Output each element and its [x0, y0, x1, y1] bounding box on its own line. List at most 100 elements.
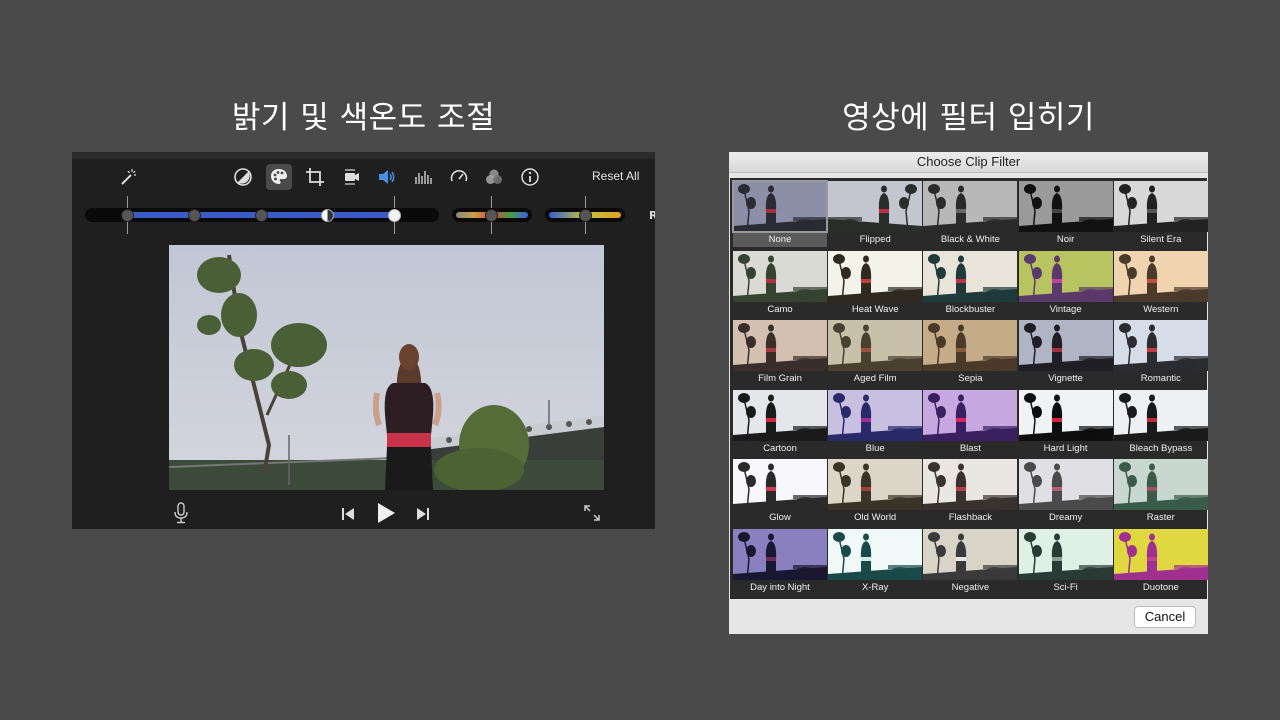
clip-filter-icon[interactable]	[481, 164, 507, 190]
filter-label: Blockbuster	[945, 303, 996, 315]
filter-label: Film Grain	[758, 373, 802, 385]
filter-thumbnail	[923, 250, 1018, 302]
filter-duotone[interactable]: Duotone	[1113, 527, 1208, 595]
filter-thumbnail	[1113, 459, 1208, 511]
filter-hard-light[interactable]: Hard Light	[1018, 388, 1113, 456]
filter-label: Aged Film	[853, 373, 897, 385]
brightness-knob[interactable]	[255, 209, 268, 222]
filter-thumbnail	[1113, 389, 1208, 441]
shadows-black-knob[interactable]	[121, 209, 134, 222]
reset-all-button[interactable]: Reset All	[592, 169, 639, 183]
filter-thumbnail	[733, 459, 827, 511]
microphone-icon[interactable]	[173, 502, 189, 524]
filter-camo[interactable]: Camo	[733, 249, 827, 317]
filter-thumbnail	[828, 529, 923, 580]
filter-sci-fi[interactable]: Sci-Fi	[1018, 527, 1113, 595]
filter-label: Vignette	[1048, 373, 1083, 385]
speed-icon[interactable]	[446, 164, 472, 190]
filter-aged-film[interactable]: Aged Film	[828, 318, 923, 386]
filter-glow[interactable]: Glow	[733, 457, 827, 525]
filter-raster[interactable]: Raster	[1113, 457, 1208, 525]
filter-thumbnail	[828, 250, 923, 302]
play-icon[interactable]	[375, 502, 397, 524]
filter-romantic[interactable]: Romantic	[1113, 318, 1208, 386]
filter-cartoon[interactable]: Cartoon	[733, 388, 827, 456]
filter-label: Noir	[1056, 234, 1075, 245]
filter-x-ray[interactable]: X-Ray	[828, 527, 923, 595]
filter-blast[interactable]: Blast	[923, 388, 1018, 456]
skip-back-icon[interactable]	[340, 506, 356, 522]
filter-label: None	[733, 233, 827, 247]
filter-blockbuster[interactable]: Blockbuster	[923, 249, 1018, 317]
filter-thumbnail	[1018, 181, 1113, 232]
filter-thumbnail	[828, 181, 923, 232]
filter-label: Black & White	[940, 234, 1000, 245]
adjustment-heading: 밝기 및 색온도 조절	[231, 100, 496, 136]
filter-label: Blue	[865, 442, 885, 454]
filter-thumbnail	[733, 389, 827, 441]
fullscreen-icon[interactable]	[583, 504, 601, 522]
filter-label: Glow	[769, 512, 791, 524]
filter-label: Flashback	[948, 512, 993, 524]
filter-thumbnail	[828, 389, 923, 441]
filter-label: Vintage	[1049, 303, 1082, 315]
filter-thumbnail	[1018, 320, 1113, 372]
filter-thumbnail	[1018, 389, 1113, 441]
volume-icon[interactable]	[374, 164, 400, 190]
filter-thumbnail	[1113, 181, 1208, 232]
filter-flashback[interactable]: Flashback	[923, 457, 1018, 525]
temperature-knob[interactable]	[579, 209, 592, 222]
filter-label: Negative	[951, 582, 990, 593]
cancel-button[interactable]: Cancel	[1134, 606, 1196, 628]
info-icon[interactable]	[517, 164, 543, 190]
filter-negative[interactable]: Negative	[923, 527, 1018, 595]
adjustment-editor-panel: Reset All R	[72, 152, 655, 529]
filter-thumbnail	[733, 250, 827, 302]
filter-thumbnail	[733, 529, 827, 580]
filter-bleach-bypass[interactable]: Bleach Bypass	[1113, 388, 1208, 456]
filter-label: Old World	[854, 512, 897, 524]
highlights-knob[interactable]	[388, 209, 401, 222]
filter-noir[interactable]: Noir	[1018, 179, 1113, 247]
filter-blue[interactable]: Blue	[828, 388, 923, 456]
filter-western[interactable]: Western	[1113, 249, 1208, 317]
color-correction-icon[interactable]	[266, 164, 292, 190]
filter-label: Western	[1143, 303, 1179, 315]
filter-thumbnail	[828, 459, 923, 511]
filter-none[interactable]: None	[732, 179, 828, 247]
filter-label: Duotone	[1142, 582, 1179, 593]
filter-thumbnail	[1113, 529, 1208, 580]
filter-black-white[interactable]: Black & White	[923, 179, 1018, 247]
skip-forward-icon[interactable]	[415, 506, 431, 522]
filter-sepia[interactable]: Sepia	[923, 318, 1018, 386]
shadows-knob[interactable]	[188, 209, 201, 222]
magic-wand-icon[interactable]	[115, 164, 141, 190]
filter-film-grain[interactable]: Film Grain	[733, 318, 827, 386]
filter-silent-era[interactable]: Silent Era	[1113, 179, 1208, 247]
filter-old-world[interactable]: Old World	[828, 457, 923, 525]
filter-vignette[interactable]: Vignette	[1018, 318, 1113, 386]
filter-day-into-night[interactable]: Day into Night	[733, 527, 827, 595]
filter-dreamy[interactable]: Dreamy	[1018, 457, 1113, 525]
color-balance-icon[interactable]	[230, 164, 256, 190]
filter-label: Heat Wave	[851, 303, 899, 315]
filter-thumbnail	[1113, 320, 1208, 372]
filter-label: Romantic	[1140, 373, 1181, 385]
filter-thumbnail	[1018, 459, 1113, 511]
filter-label: Cartoon	[763, 442, 797, 454]
filter-flipped[interactable]: Flipped	[828, 179, 923, 247]
filter-thumbnail	[923, 459, 1018, 511]
panel-top-strip	[72, 152, 655, 159]
contrast-knob[interactable]	[321, 209, 334, 222]
crop-icon[interactable]	[302, 164, 328, 190]
filter-label: X-Ray	[861, 582, 889, 593]
filter-label: Hard Light	[1043, 442, 1088, 454]
filter-vintage[interactable]: Vintage	[1018, 249, 1113, 317]
saturation-knob[interactable]	[485, 209, 498, 222]
filter-label: Sepia	[958, 373, 983, 385]
filter-heat-wave[interactable]: Heat Wave	[828, 249, 923, 317]
equalizer-icon[interactable]	[410, 164, 436, 190]
video-preview[interactable]	[169, 245, 604, 490]
stabilization-icon[interactable]	[338, 164, 364, 190]
filter-label: Bleach Bypass	[1129, 442, 1193, 454]
